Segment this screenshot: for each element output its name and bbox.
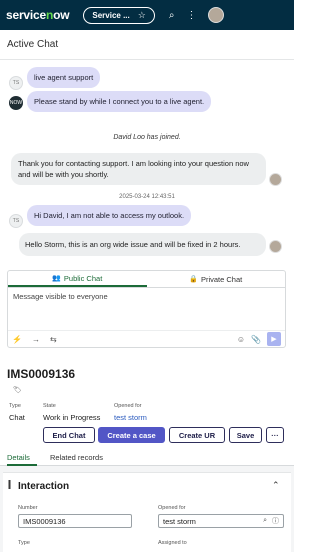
type-field-label: Type: [18, 540, 30, 546]
state-label: State: [43, 403, 56, 409]
lock-icon: 🔒: [189, 276, 198, 283]
record-number: IMS0009136: [7, 367, 76, 381]
chat-message-bot: NOW Please stand by while I connect you …: [9, 91, 212, 112]
servicenow-logo[interactable]: servicenow: [6, 8, 70, 22]
top-navigation-bar: servicenow Service ... ☆ ⌕ ⋮: [0, 0, 294, 30]
opened-for-label: Opened for: [114, 403, 142, 409]
record-tabs: Details Related records: [0, 451, 294, 466]
star-icon[interactable]: ☆: [138, 10, 146, 21]
people-icon: 👥: [52, 275, 61, 282]
chat-message-customer: TS live agent support: [9, 67, 101, 90]
transfer-icon[interactable]: ⇆: [50, 335, 57, 344]
more-actions-button[interactable]: ···: [266, 427, 284, 443]
chat-message-agent: Thank you for contacting support. I am l…: [11, 153, 282, 186]
attachment-icon[interactable]: 📎: [251, 335, 261, 344]
section-title: Interaction: [18, 481, 70, 492]
opened-for-field-label: Opened for: [158, 505, 186, 511]
send-button[interactable]: ▶: [267, 332, 281, 346]
message-bubble: Hi David, I am not able to access my out…: [27, 205, 192, 226]
page-title: Active Chat: [7, 39, 59, 50]
tag-icon[interactable]: 🏷: [13, 386, 22, 394]
more-vertical-icon[interactable]: ⋮: [186, 10, 196, 21]
number-label: Number: [18, 505, 38, 511]
save-button[interactable]: Save: [229, 427, 262, 443]
message-bubble: live agent support: [27, 67, 101, 88]
state-value: Work in Progress: [43, 413, 101, 422]
system-message: David Loo has joined.: [113, 134, 181, 141]
tab-details[interactable]: Details: [7, 453, 30, 462]
opened-for-link[interactable]: test storm: [114, 413, 147, 422]
type-value: Chat: [9, 413, 25, 422]
chat-message-agent: Hello Storm, this is an org wide issue a…: [19, 233, 282, 256]
scope-selector[interactable]: Service ... ☆: [83, 6, 155, 24]
opened-for-field[interactable]: test storm ⌕ ⓘ: [158, 514, 284, 528]
type-label: Type: [9, 403, 21, 409]
message-timestamp: 2025-03-24 12:43:51: [119, 194, 175, 200]
opened-for-field-value: test storm: [163, 516, 196, 526]
tab-public-chat[interactable]: 👥 Public Chat: [8, 271, 147, 287]
chat-message-customer: TS Hi David, I am not able to access my …: [9, 205, 192, 228]
tab-label: Public Chat: [63, 273, 103, 283]
create-case-button[interactable]: Create a case: [98, 427, 165, 443]
sender-badge: TS: [9, 214, 23, 228]
message-bubble: Please stand by while I connect you to a…: [27, 91, 212, 112]
agent-avatar: [269, 173, 282, 186]
message-bubble: Thank you for contacting support. I am l…: [11, 153, 266, 185]
assigned-to-label: Assigned to: [158, 540, 187, 546]
lightning-icon[interactable]: ⚡: [12, 335, 22, 344]
bot-badge: NOW: [9, 96, 23, 110]
section-toggle-icon[interactable]: [5, 480, 14, 489]
arrow-right-icon[interactable]: →: [32, 335, 40, 344]
emoji-icon[interactable]: ☺: [237, 335, 245, 344]
search-icon[interactable]: ⌕: [169, 10, 175, 21]
composer-toolbar: ⚡ → ⇆ ☺ 📎 ▶: [8, 330, 285, 347]
number-field[interactable]: IMS0009136: [18, 514, 132, 528]
user-avatar[interactable]: [208, 7, 225, 23]
search-icon[interactable]: ⌕: [263, 517, 267, 525]
create-ur-button[interactable]: Create UR: [169, 427, 225, 443]
message-input[interactable]: Message visible to everyone: [8, 288, 285, 330]
sender-badge: TS: [9, 76, 23, 90]
info-icon[interactable]: ⓘ: [272, 516, 279, 526]
message-bubble: Hello Storm, this is an org wide issue a…: [19, 233, 266, 256]
tab-label: Private Chat: [200, 274, 243, 284]
agent-avatar: [269, 240, 282, 253]
scope-label: Service ...: [92, 10, 130, 20]
composer-tabs: 👥 Public Chat 🔒 Private Chat: [8, 271, 285, 288]
end-chat-button[interactable]: End Chat: [43, 427, 95, 443]
tab-related-records[interactable]: Related records: [50, 453, 103, 462]
number-field-value: IMS0009136: [23, 516, 66, 526]
tab-private-chat[interactable]: 🔒 Private Chat: [147, 271, 286, 287]
chat-composer: 👥 Public Chat 🔒 Private Chat Message vis…: [7, 270, 286, 348]
active-chat-header: Active Chat: [0, 30, 294, 60]
chevron-up-icon[interactable]: ⌃: [272, 480, 280, 491]
